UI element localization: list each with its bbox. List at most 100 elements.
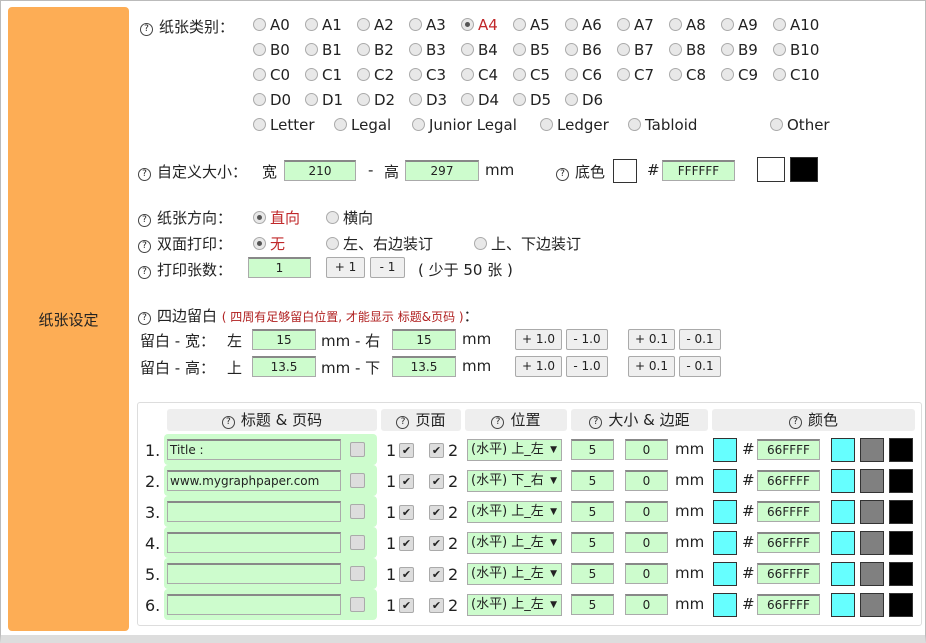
page-2-checkbox[interactable]: ✔: [429, 443, 444, 458]
paper-option-other[interactable]: Other: [770, 116, 830, 134]
page-2-checkbox[interactable]: ✔: [429, 505, 444, 520]
width-plus-1-button[interactable]: + 1.0: [515, 329, 562, 350]
gray-swatch[interactable]: [860, 438, 884, 462]
width-minus-1-button[interactable]: - 1.0: [566, 329, 608, 350]
paper-option-d2[interactable]: D2: [357, 91, 395, 109]
bg-color-input[interactable]: FFFFFF: [662, 160, 735, 181]
title-checkbox[interactable]: [350, 442, 365, 457]
color-input[interactable]: 66FFFF: [757, 470, 820, 491]
page-1-checkbox[interactable]: ✔: [399, 474, 414, 489]
title-input[interactable]: [167, 532, 341, 553]
width-minus-01-button[interactable]: - 0.1: [679, 329, 721, 350]
gray-swatch[interactable]: [860, 469, 884, 493]
color-input[interactable]: 66FFFF: [757, 532, 820, 553]
color-preview[interactable]: [713, 500, 737, 524]
gray-swatch[interactable]: [860, 593, 884, 617]
paper-option-c6[interactable]: C6: [565, 66, 602, 84]
paper-option-a6[interactable]: A6: [565, 16, 602, 34]
size-input[interactable]: 5: [571, 532, 614, 553]
paper-option-c10[interactable]: C10: [773, 66, 820, 84]
bg-color-preview[interactable]: [613, 159, 637, 183]
paper-option-a9[interactable]: A9: [721, 16, 758, 34]
position-select[interactable]: (水平) 上_左 ▼: [467, 594, 562, 616]
paper-option-a1[interactable]: A1: [305, 16, 342, 34]
help-icon[interactable]: ?: [138, 168, 151, 181]
title-input[interactable]: [167, 563, 341, 584]
margin-input[interactable]: 0: [625, 563, 668, 584]
position-select[interactable]: (水平) 上_左 ▼: [467, 532, 562, 554]
paper-option-b9[interactable]: B9: [721, 41, 758, 59]
paper-option-a5[interactable]: A5: [513, 16, 550, 34]
paper-option-c2[interactable]: C2: [357, 66, 394, 84]
paper-option-a2[interactable]: A2: [357, 16, 394, 34]
color-input[interactable]: 66FFFF: [757, 439, 820, 460]
page-1-checkbox[interactable]: ✔: [399, 505, 414, 520]
page-2-checkbox[interactable]: ✔: [429, 536, 444, 551]
page-2-checkbox[interactable]: ✔: [429, 474, 444, 489]
color-preview[interactable]: [713, 438, 737, 462]
title-input[interactable]: www.mygraphpaper.com: [167, 470, 341, 491]
copies-minus-button[interactable]: - 1: [370, 257, 405, 278]
paper-option-b3[interactable]: B3: [409, 41, 446, 59]
margin-top-input[interactable]: 13.5: [252, 356, 316, 377]
white-swatch[interactable]: [757, 157, 785, 182]
page-2-checkbox[interactable]: ✔: [429, 598, 444, 613]
paper-option-c3[interactable]: C3: [409, 66, 446, 84]
gray-swatch[interactable]: [860, 500, 884, 524]
paper-option-b2[interactable]: B2: [357, 41, 394, 59]
height-minus-1-button[interactable]: - 1.0: [566, 356, 608, 377]
paper-option-a0[interactable]: A0: [253, 16, 290, 34]
duplex-left-right[interactable]: 左、右边装订: [326, 233, 433, 254]
paper-option-tabloid[interactable]: Tabloid: [628, 116, 697, 134]
margin-input[interactable]: 0: [625, 501, 668, 522]
paper-option-a7[interactable]: A7: [617, 16, 654, 34]
help-icon[interactable]: ?: [140, 23, 153, 36]
black-swatch[interactable]: [790, 157, 818, 182]
title-checkbox[interactable]: [350, 504, 365, 519]
page-1-checkbox[interactable]: ✔: [399, 443, 414, 458]
title-checkbox[interactable]: [350, 566, 365, 581]
paper-option-b6[interactable]: B6: [565, 41, 602, 59]
paper-option-c9[interactable]: C9: [721, 66, 758, 84]
size-input[interactable]: 5: [571, 470, 614, 491]
paper-option-c4[interactable]: C4: [461, 66, 498, 84]
copies-input[interactable]: 1: [248, 257, 311, 278]
margin-input[interactable]: 0: [625, 532, 668, 553]
paper-option-a4[interactable]: A4: [461, 16, 498, 34]
cyan-swatch[interactable]: [831, 469, 855, 493]
help-icon[interactable]: ?: [788, 416, 802, 429]
orientation-landscape[interactable]: 横向: [326, 207, 373, 228]
position-select[interactable]: (水平) 上_左 ▼: [467, 563, 562, 585]
duplex-top-bottom[interactable]: 上、下边装订: [474, 233, 581, 254]
cyan-swatch[interactable]: [831, 438, 855, 462]
title-checkbox[interactable]: [350, 535, 365, 550]
black-swatch[interactable]: [889, 438, 913, 462]
black-swatch[interactable]: [889, 469, 913, 493]
black-swatch[interactable]: [889, 562, 913, 586]
paper-option-a10[interactable]: A10: [773, 16, 819, 34]
title-checkbox[interactable]: [350, 473, 365, 488]
black-swatch[interactable]: [889, 593, 913, 617]
color-input[interactable]: 66FFFF: [757, 563, 820, 584]
paper-option-d5[interactable]: D5: [513, 91, 551, 109]
margin-bottom-input[interactable]: 13.5: [392, 356, 456, 377]
page-1-checkbox[interactable]: ✔: [399, 567, 414, 582]
cyan-swatch[interactable]: [831, 531, 855, 555]
paper-option-letter[interactable]: Letter: [253, 116, 314, 134]
paper-option-b4[interactable]: B4: [461, 41, 498, 59]
height-plus-01-button[interactable]: + 0.1: [628, 356, 675, 377]
paper-option-d0[interactable]: D0: [253, 91, 291, 109]
height-input[interactable]: 297: [405, 160, 479, 181]
paper-option-b0[interactable]: B0: [253, 41, 290, 59]
margin-input[interactable]: 0: [625, 594, 668, 615]
help-icon[interactable]: ?: [138, 240, 151, 253]
size-input[interactable]: 5: [571, 439, 614, 460]
paper-option-c0[interactable]: C0: [253, 66, 290, 84]
width-plus-01-button[interactable]: + 0.1: [628, 329, 675, 350]
color-input[interactable]: 66FFFF: [757, 501, 820, 522]
paper-option-b8[interactable]: B8: [669, 41, 706, 59]
height-minus-01-button[interactable]: - 0.1: [679, 356, 721, 377]
duplex-none[interactable]: 无: [253, 233, 285, 254]
help-icon[interactable]: ?: [138, 266, 151, 279]
help-icon[interactable]: ?: [396, 416, 410, 429]
